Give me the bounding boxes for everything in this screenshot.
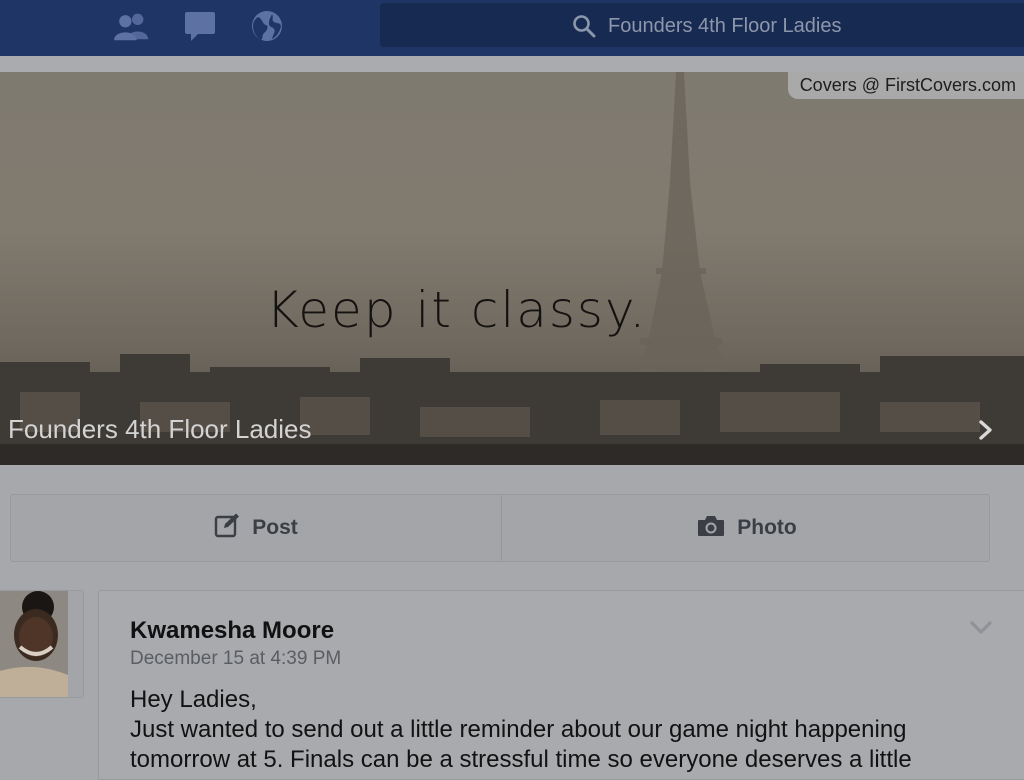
post-body-line: Hey Ladies, [130, 686, 257, 713]
photo-button[interactable]: Photo [502, 495, 992, 561]
post-body-text: Hey Ladies, Just wanted to send out a li… [130, 685, 1000, 775]
edit-icon [214, 513, 240, 544]
post-body-line: Just wanted to send out a little reminde… [130, 716, 907, 743]
post-card: Kwamesha Moore December 15 at 4:39 PM He… [98, 590, 1024, 780]
avatar-image [0, 591, 68, 697]
notifications-globe-icon[interactable] [249, 8, 285, 44]
friends-icon[interactable] [114, 8, 150, 44]
chevron-down-icon[interactable] [970, 621, 992, 640]
messages-icon[interactable] [182, 8, 218, 44]
post-timestamp[interactable]: December 15 at 4:39 PM [130, 648, 341, 670]
author-avatar[interactable] [0, 590, 84, 698]
search-bar[interactable]: Founders 4th Floor Ladies [380, 3, 1024, 47]
camera-icon [697, 515, 725, 542]
post-button-label: Post [252, 516, 298, 539]
group-title[interactable]: Founders 4th Floor Ladies [8, 412, 312, 446]
photo-button-label: Photo [737, 516, 797, 539]
post-author-name[interactable]: Kwamesha Moore [130, 617, 334, 645]
chevron-right-icon[interactable] [977, 419, 995, 446]
post-body-line: tomorrow at 5. Finals can be a stressful… [130, 746, 912, 773]
cover-image [0, 72, 1024, 465]
composer-actions: Post Photo [10, 494, 990, 562]
search-icon [572, 14, 596, 43]
cover-quote-text: Keep it classy. [266, 281, 648, 339]
group-cover-photo[interactable]: Covers @ FirstCovers.com Keep it classy.… [0, 72, 1024, 465]
post-button[interactable]: Post [11, 495, 501, 561]
header-divider [0, 56, 1024, 72]
search-input[interactable]: Founders 4th Floor Ladies [608, 14, 841, 38]
top-navigation-bar: Founders 4th Floor Ladies [0, 0, 1024, 56]
cover-credit[interactable]: Covers @ FirstCovers.com [787, 72, 1024, 99]
